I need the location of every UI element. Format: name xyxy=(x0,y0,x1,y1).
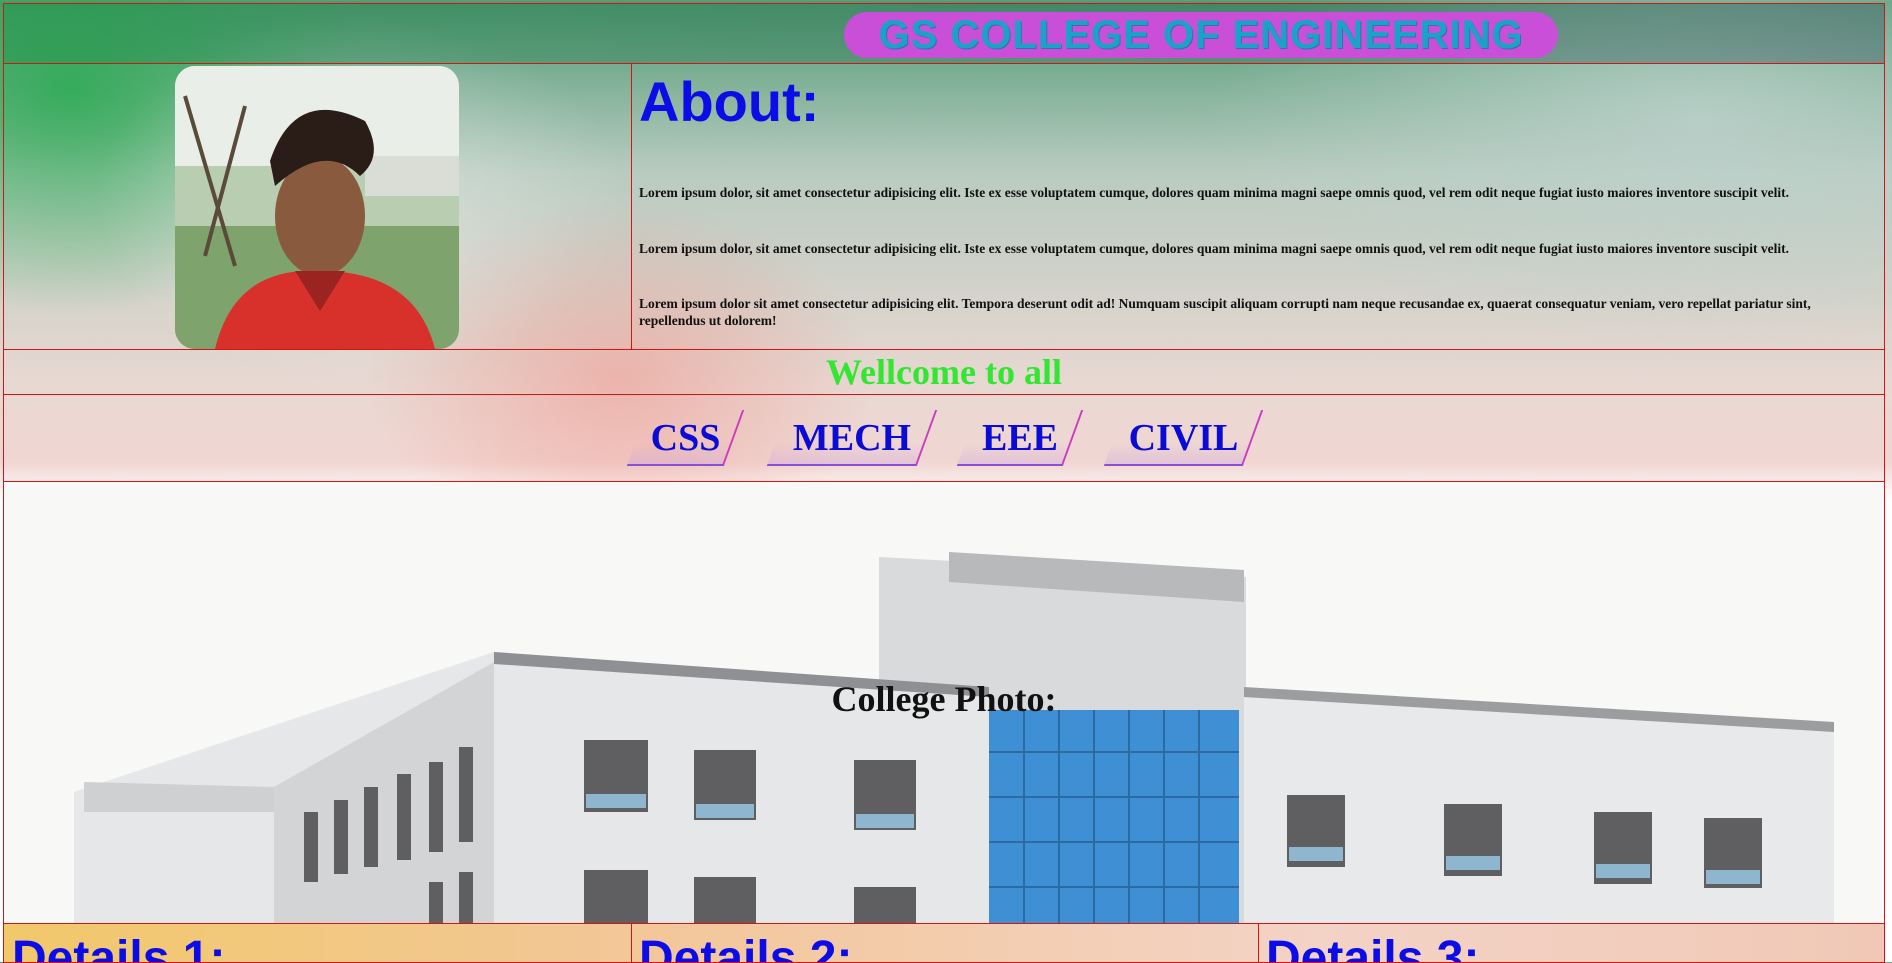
nav-link-civil-label: CIVIL xyxy=(1128,417,1239,459)
details-3-heading: Details 3: xyxy=(1266,932,1480,963)
college-photo-caption: College Photo: xyxy=(831,679,1057,719)
details-2-heading: Details 2: xyxy=(639,932,853,963)
nav-link-mech[interactable]: MECH xyxy=(766,410,938,466)
welcome-banner: Wellcome to all xyxy=(3,349,1885,395)
nav-link-css[interactable]: CSS xyxy=(626,410,745,466)
about-paragraph-3: Lorem ipsum dolor sit amet consectetur a… xyxy=(639,296,1811,328)
about-paragraph-2: Lorem ipsum dolor, sit amet consectetur … xyxy=(639,241,1789,256)
details-cell-1: Details 1: xyxy=(4,924,632,963)
profile-photo xyxy=(175,66,459,349)
welcome-text: Wellcome to all xyxy=(826,352,1062,392)
nav-link-mech-label: MECH xyxy=(792,417,912,459)
details-cell-3: Details 3: xyxy=(1258,924,1884,963)
about-paragraph-1: Lorem ipsum dolor, sit amet consectetur … xyxy=(639,185,1789,200)
department-nav: CSS MECH EEE CIVIL xyxy=(3,394,1885,482)
nav-link-eee[interactable]: EEE xyxy=(956,410,1084,466)
details-1-heading: Details 1: xyxy=(12,932,226,963)
college-photo-section: College Photo: xyxy=(3,481,1885,924)
college-title: GS COLLEGE OF ENGINEERING xyxy=(844,12,1558,58)
nav-link-eee-label: EEE xyxy=(981,417,1059,459)
nav-link-civil[interactable]: CIVIL xyxy=(1103,410,1264,466)
about-content: About: Lorem ipsum dolor, sit amet conse… xyxy=(639,64,1876,328)
details-cell-2: Details 2: xyxy=(631,924,1259,963)
site-header: GS COLLEGE OF ENGINEERING xyxy=(3,3,1885,64)
about-section: About: Lorem ipsum dolor, sit amet conse… xyxy=(3,63,1885,350)
about-heading: About: xyxy=(639,70,820,133)
profile-photo-cell xyxy=(4,64,632,349)
nav-link-css-label: CSS xyxy=(650,417,721,459)
details-section: Details 1: Details 2: Details 3: xyxy=(3,923,1885,963)
